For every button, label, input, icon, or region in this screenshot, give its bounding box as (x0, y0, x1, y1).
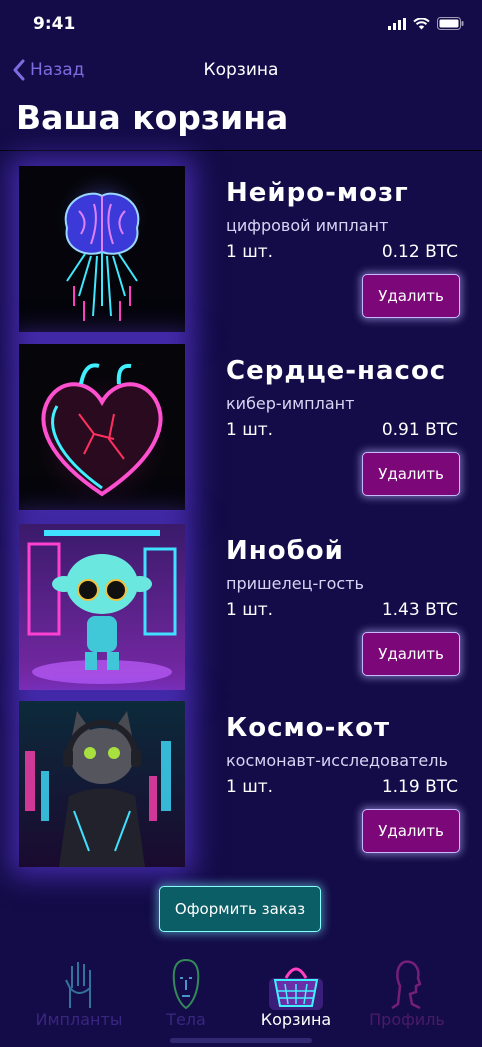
product-quantity: 1 шт. (226, 600, 274, 620)
product-quantity: 1 шт. (226, 242, 274, 262)
tab-implants[interactable]: Импланты (24, 958, 134, 1029)
status-bar: 9:41 (0, 0, 482, 50)
cart-item: Космо-кот космонавт-исследователь 1 шт. … (0, 701, 482, 869)
product-price: 0.91 BTC (381, 420, 458, 440)
tab-label: Профиль (369, 1010, 445, 1029)
product-subtitle: цифровой имплант (226, 216, 389, 235)
delete-button[interactable]: Удалить (362, 809, 460, 853)
product-quantity: 1 шт. (226, 777, 274, 797)
basket-icon (269, 967, 323, 1010)
face-icon (172, 958, 200, 1010)
product-subtitle: кибер-имплант (226, 394, 355, 413)
product-image-cat (19, 701, 185, 867)
product-name: Сердце-насос (226, 356, 447, 386)
product-name: Инобой (226, 536, 344, 566)
tab-label: Корзина (260, 1010, 332, 1029)
tab-label: Тела (166, 1010, 206, 1029)
tab-label: Импланты (35, 1010, 123, 1029)
product-subtitle: космонавт-исследователь (226, 751, 448, 770)
divider (0, 150, 482, 151)
navigation-bar: Назад Корзина (0, 55, 482, 89)
product-price: 0.12 BTC (381, 242, 458, 262)
product-image-brain (19, 166, 185, 332)
product-image-heart (19, 344, 185, 510)
delete-button[interactable]: Удалить (362, 632, 460, 676)
tab-cart[interactable]: Корзина (241, 958, 351, 1029)
product-name: Нейро-мозг (226, 178, 409, 208)
delete-button[interactable]: Удалить (362, 452, 460, 496)
wifi-icon (413, 17, 430, 29)
delete-button[interactable]: Удалить (362, 274, 460, 318)
tab-bodies[interactable]: Тела (131, 958, 241, 1029)
home-indicator (170, 1038, 312, 1043)
product-price: 1.43 BTC (381, 600, 458, 620)
cart-item: Нейро-мозг цифровой имплант 1 шт. 0.12 B… (0, 166, 482, 334)
page-title: Ваша корзина (16, 98, 289, 137)
cart-item: Сердце-насос кибер-имплант 1 шт. 0.91 BT… (0, 344, 482, 512)
hand-icon (65, 962, 91, 1008)
product-price: 1.19 BTC (381, 777, 458, 797)
signal-icon (388, 17, 406, 30)
battery-icon (437, 17, 464, 30)
product-quantity: 1 шт. (226, 420, 274, 440)
product-subtitle: пришелец-гость (226, 574, 364, 593)
profile-icon (391, 960, 422, 1010)
product-name: Космо-кот (226, 713, 391, 743)
checkout-button[interactable]: Оформить заказ (159, 886, 321, 932)
tab-profile[interactable]: Профиль (352, 958, 462, 1029)
nav-title: Корзина (203, 60, 279, 80)
product-image-alien (19, 524, 185, 690)
status-time: 9:41 (33, 14, 76, 34)
cart-item: Инобой пришелец-гость 1 шт. 1.43 BTC Уда… (0, 524, 482, 692)
tab-bar: Импланты Тела Корзина Профиль (0, 952, 482, 1047)
status-icons (388, 17, 464, 30)
